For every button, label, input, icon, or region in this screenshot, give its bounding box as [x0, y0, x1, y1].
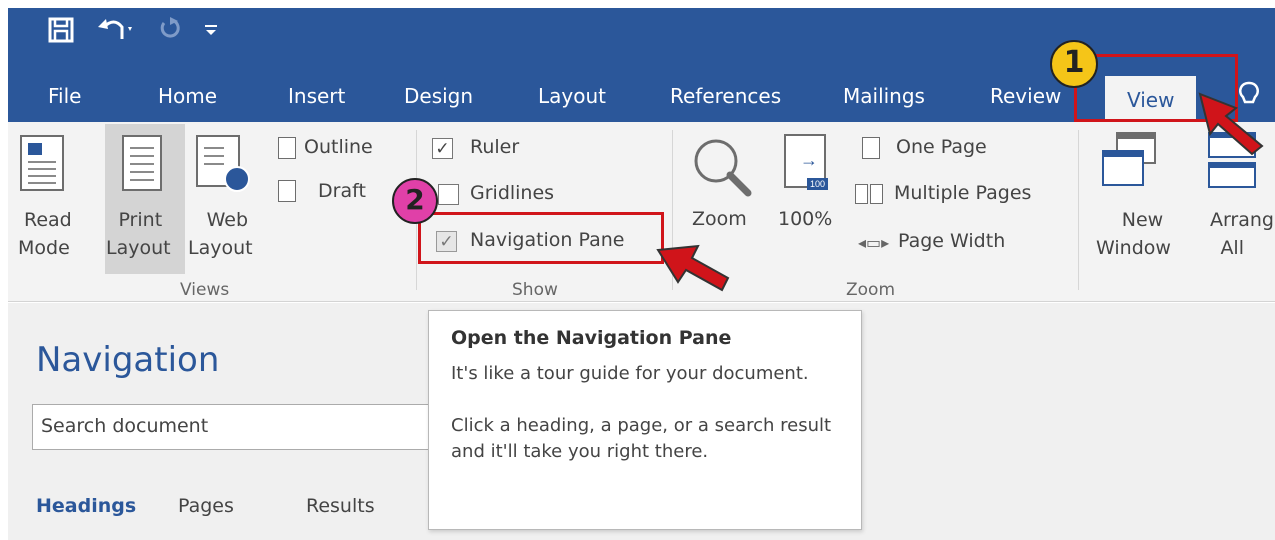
multiple-pages-icon	[855, 184, 885, 206]
hundred-percent-button[interactable]: 100%	[778, 208, 832, 230]
web-layout-label-2: Layout	[188, 237, 253, 259]
ruler-checkbox[interactable]: ✓	[432, 138, 453, 159]
redo-icon[interactable]	[158, 14, 182, 54]
tab-design[interactable]: Design	[404, 80, 473, 112]
tab-pages[interactable]: Pages	[178, 495, 234, 517]
navigation-pane-title: Navigation	[36, 340, 220, 380]
read-mode-button[interactable]: Read Mode	[18, 206, 72, 262]
tooltip-title: Open the Navigation Pane	[451, 327, 732, 349]
print-layout-label-2: Layout	[106, 237, 171, 259]
multiple-pages-button[interactable]: Multiple Pages	[894, 182, 1031, 204]
draft-button[interactable]: Draft	[318, 180, 366, 202]
read-mode-label-2: Mode	[17, 237, 70, 259]
print-layout-button[interactable]: Print Layout	[106, 206, 171, 262]
new-window-label-1: New	[1121, 209, 1164, 231]
highlight-navigation-pane	[418, 212, 664, 264]
search-document-input[interactable]: Search document	[32, 404, 442, 450]
tab-results[interactable]: Results	[306, 495, 375, 517]
tooltip-text-2: Click a heading, a page, or a search res…	[451, 415, 832, 462]
new-window-button[interactable]: New Window	[1096, 206, 1171, 262]
web-layout-label-1: Web	[206, 209, 249, 231]
tab-home[interactable]: Home	[158, 80, 217, 112]
read-mode-icon	[20, 135, 64, 191]
tab-insert[interactable]: Insert	[288, 80, 345, 112]
zoom-group-label: Zoom	[846, 280, 896, 300]
tab-review[interactable]: Review	[990, 80, 1061, 112]
new-window-label-2: Window	[1096, 237, 1171, 259]
web-layout-button[interactable]: Web Layout	[188, 206, 253, 262]
customize-icon[interactable]	[204, 14, 218, 54]
tab-layout[interactable]: Layout	[538, 80, 606, 112]
tooltip-text-1: It's like a tour guide for your document…	[451, 363, 809, 384]
print-layout-label-1: Print	[118, 209, 163, 231]
draft-icon	[278, 180, 296, 202]
globe-icon	[224, 166, 250, 192]
group-separator	[1078, 130, 1079, 290]
tab-mailings[interactable]: Mailings	[843, 80, 925, 112]
step-2-badge: 2	[392, 178, 438, 224]
tooltip-body: It's like a tour guide for your document…	[451, 361, 839, 465]
qat-icons	[48, 14, 218, 54]
outline-button[interactable]: Outline	[304, 136, 373, 158]
pointer-arrow-icon	[654, 242, 732, 309]
pointer-arrow-icon	[1196, 90, 1266, 161]
show-group-label: Show	[512, 280, 558, 300]
zoom-icon	[690, 137, 754, 204]
save-icon[interactable]	[48, 14, 74, 54]
tab-references[interactable]: References	[670, 80, 781, 112]
navigation-pane-tooltip: Open the Navigation Pane It's like a tou…	[428, 310, 862, 530]
one-page-button[interactable]: One Page	[896, 136, 987, 158]
new-window-icon	[1102, 132, 1158, 190]
page-width-icon: ◂▭▸	[858, 235, 890, 252]
hundred-badge: 100	[806, 178, 828, 190]
gridlines-label: Gridlines	[470, 182, 555, 204]
undo-icon[interactable]	[96, 14, 136, 54]
arrange-all-button[interactable]: Arrang All	[1186, 206, 1274, 262]
read-mode-label-1: Read	[24, 209, 72, 231]
print-layout-icon	[122, 135, 162, 191]
one-page-icon	[862, 137, 880, 159]
tab-file[interactable]: File	[48, 80, 81, 112]
outline-icon	[278, 137, 296, 159]
arrange-all-label-1: Arrang	[1209, 209, 1274, 231]
views-group-label: Views	[180, 280, 230, 300]
arrange-all-label-2: All	[1220, 237, 1244, 259]
hundred-percent-icon: → 100	[784, 134, 828, 190]
gridlines-checkbox[interactable]	[438, 184, 459, 205]
page-width-button[interactable]: Page Width	[898, 230, 1005, 252]
tab-headings[interactable]: Headings	[36, 495, 136, 517]
ruler-label: Ruler	[470, 136, 520, 158]
step-1-badge: 1	[1050, 40, 1098, 88]
zoom-button[interactable]: Zoom	[692, 208, 747, 230]
